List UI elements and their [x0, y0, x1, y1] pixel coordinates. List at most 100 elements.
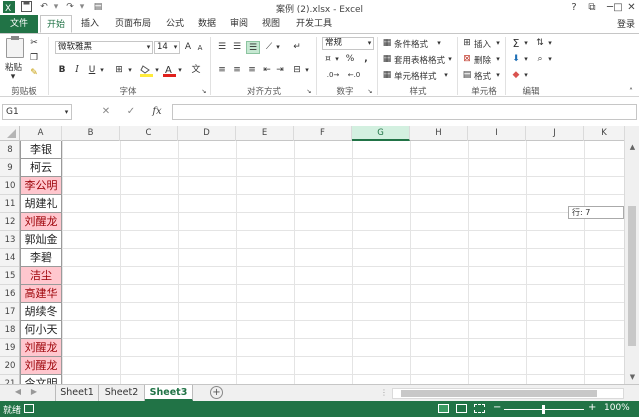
macro-record-icon[interactable]	[24, 404, 34, 413]
format-cells-button[interactable]: 格式	[474, 70, 491, 82]
font-dialog-launcher-icon[interactable]: ↘	[200, 85, 208, 98]
tab-insert[interactable]: 插入	[74, 15, 106, 33]
font-color-icon[interactable]: A	[163, 64, 176, 78]
enter-icon[interactable]: ✓	[122, 104, 140, 120]
close-icon[interactable]: ✕	[624, 0, 639, 15]
tab-page-layout[interactable]: 页面布局	[108, 15, 158, 33]
delete-dropdown-icon[interactable]: ▾	[494, 53, 502, 66]
increase-indent-icon[interactable]: ⇥	[274, 64, 286, 77]
zoom-slider-thumb[interactable]	[542, 405, 545, 414]
increase-font-icon[interactable]: A	[183, 41, 193, 54]
tab-data[interactable]: 数据	[192, 15, 222, 33]
font-name-dropdown-icon[interactable]: ▾	[144, 41, 153, 54]
page-break-view-icon[interactable]	[474, 404, 485, 413]
normal-view-icon[interactable]	[438, 404, 449, 413]
autosum-icon[interactable]: Σ	[510, 37, 522, 50]
cell-a[interactable]: 令文明	[20, 375, 62, 384]
align-middle-icon[interactable]: ☰	[231, 41, 243, 54]
collapse-ribbon-icon[interactable]: ˄	[626, 85, 636, 98]
currency-dropdown-icon[interactable]: ▾	[333, 53, 341, 66]
cell-a[interactable]: 胡建礼	[20, 195, 62, 213]
format-dropdown-icon[interactable]: ▾	[494, 69, 502, 82]
delete-cells-button[interactable]: 删除	[474, 54, 491, 66]
row-header[interactable]: 8	[0, 141, 19, 159]
find-select-dropdown-icon[interactable]: ▾	[546, 53, 554, 66]
cancel-icon[interactable]: ✕	[97, 104, 115, 120]
zoom-out-icon[interactable]: −	[493, 402, 501, 413]
fill-color-dropdown-icon[interactable]: ▾	[153, 64, 161, 77]
row-header[interactable]: 18	[0, 321, 19, 339]
align-left-icon[interactable]: ≡	[216, 64, 228, 77]
sheet-tab-1[interactable]: Sheet1	[55, 385, 99, 401]
autosum-dropdown-icon[interactable]: ▾	[522, 37, 530, 50]
tab-view[interactable]: 视图	[256, 15, 286, 33]
column-header-e[interactable]: E	[236, 126, 294, 141]
phonetic-icon[interactable]: 文	[190, 64, 202, 77]
alignment-dialog-launcher-icon[interactable]: ↘	[305, 85, 313, 98]
tab-split-handle[interactable]: ⋮	[380, 388, 388, 397]
decrease-font-icon[interactable]: A	[195, 42, 205, 55]
tab-developer[interactable]: 开发工具	[288, 15, 340, 33]
name-box-dropdown-icon[interactable]: ▾	[62, 106, 71, 119]
find-select-icon[interactable]: ⌕	[534, 53, 546, 66]
merge-dropdown-icon[interactable]: ▾	[303, 64, 311, 77]
prev-sheet-icon[interactable]: ◀	[12, 387, 24, 396]
clear-icon[interactable]: ◆	[510, 69, 522, 82]
scroll-down-icon[interactable]: ▼	[625, 372, 639, 382]
merge-center-icon[interactable]: ⊟	[291, 64, 303, 77]
underline-icon[interactable]: U	[87, 64, 97, 77]
cell-a-highlighted[interactable]: 高建华	[20, 285, 62, 303]
zoom-level[interactable]: 100%	[604, 403, 630, 413]
align-center-icon[interactable]: ≡	[231, 64, 243, 77]
column-header-h[interactable]: H	[410, 126, 468, 141]
cell-a-highlighted[interactable]: 刘醒龙	[20, 339, 62, 357]
font-color-dropdown-icon[interactable]: ▾	[176, 64, 184, 77]
scroll-up-icon[interactable]: ▲	[625, 142, 639, 152]
font-name-select[interactable]: 微软雅黑	[55, 41, 153, 54]
fill-dropdown-icon[interactable]: ▾	[522, 53, 530, 66]
formula-input[interactable]	[172, 104, 637, 120]
row-header[interactable]: 15	[0, 267, 19, 285]
align-top-icon[interactable]: ☰	[216, 41, 228, 54]
cell-a[interactable]: 柯云	[20, 159, 62, 177]
ribbon-display-icon[interactable]: ⧉	[583, 0, 601, 15]
border-icon[interactable]: ⊞	[113, 64, 125, 77]
format-painter-icon[interactable]: ✎	[28, 67, 40, 80]
zoom-in-icon[interactable]: +	[588, 402, 596, 413]
column-header-a[interactable]: A	[20, 126, 62, 141]
maximize-icon[interactable]: □	[611, 0, 625, 15]
fill-color-icon[interactable]	[140, 65, 153, 77]
horizontal-scroll-thumb[interactable]	[401, 390, 597, 397]
format-as-table-button[interactable]: 套用表格格式	[394, 54, 445, 66]
row-header[interactable]: 17	[0, 303, 19, 321]
paste-dropdown-icon[interactable]: ▾	[7, 71, 19, 84]
column-header-k[interactable]: K	[584, 126, 624, 141]
column-header-g[interactable]: G	[352, 126, 410, 141]
page-layout-view-icon[interactable]	[456, 404, 467, 413]
comma-button[interactable]: ,	[360, 53, 372, 66]
increase-decimal-icon[interactable]: .0→	[324, 69, 342, 82]
bold-icon[interactable]: B	[57, 64, 67, 77]
wrap-text-icon[interactable]: ↵	[291, 41, 303, 54]
copy-icon[interactable]: ❐	[28, 52, 40, 65]
fill-icon[interactable]: ⬇	[510, 53, 522, 66]
conditional-format-button[interactable]: 条件格式	[394, 38, 428, 50]
conditional-format-dropdown-icon[interactable]: ▾	[435, 37, 443, 50]
italic-icon[interactable]: I	[72, 64, 82, 77]
row-header[interactable]: 20	[0, 357, 19, 375]
add-sheet-icon[interactable]: +	[210, 386, 223, 399]
column-header-f[interactable]: F	[294, 126, 352, 141]
column-header-j[interactable]: J	[526, 126, 584, 141]
percent-button[interactable]: %	[344, 53, 356, 66]
number-dialog-launcher-icon[interactable]: ↘	[366, 85, 374, 98]
cell-a[interactable]: 李碧	[20, 249, 62, 267]
column-header-i[interactable]: I	[468, 126, 526, 141]
row-header[interactable]: 11	[0, 195, 19, 213]
paste-icon[interactable]	[6, 38, 24, 58]
cell-a[interactable]: 胡续冬	[20, 303, 62, 321]
align-right-icon[interactable]: ≡	[246, 64, 258, 77]
orientation-dropdown-icon[interactable]: ▾	[274, 41, 282, 54]
font-size-dropdown-icon[interactable]: ▾	[171, 41, 180, 54]
sort-filter-icon[interactable]: ⇅	[534, 37, 546, 50]
vertical-scroll-thumb[interactable]	[628, 206, 636, 346]
